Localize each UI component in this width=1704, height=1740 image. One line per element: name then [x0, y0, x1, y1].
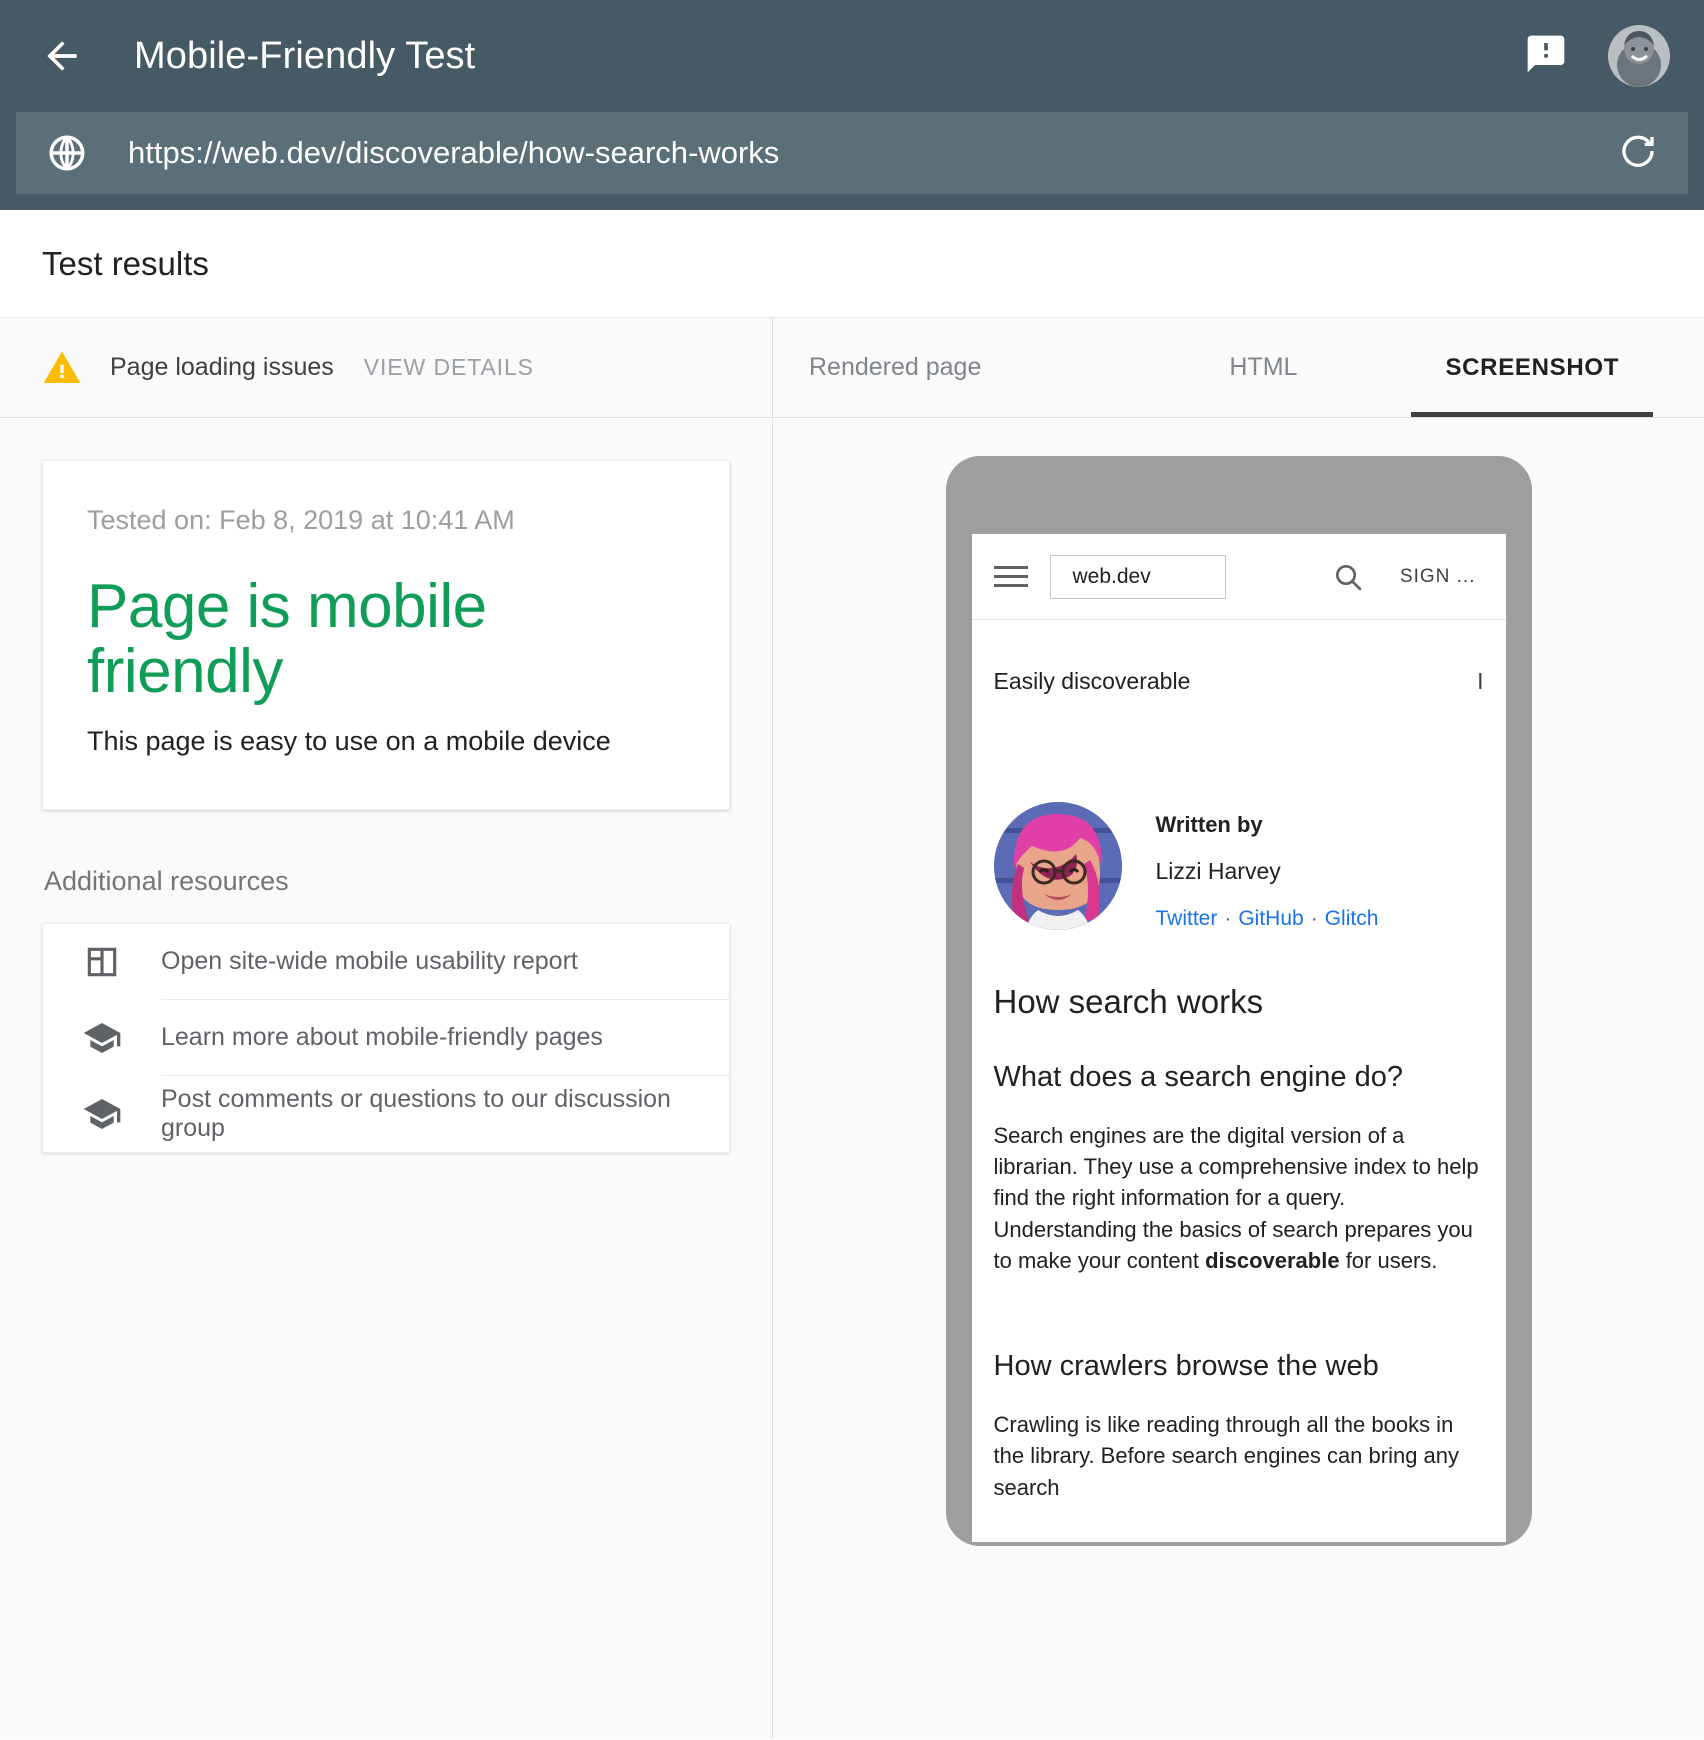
tab-rendered-page[interactable]: Rendered page	[809, 318, 1015, 417]
paragraph-bold-term: discoverable	[1205, 1248, 1340, 1273]
additional-resources-card: Open site-wide mobile usability report L…	[42, 923, 730, 1153]
link-github[interactable]: GitHub	[1238, 907, 1303, 930]
breadcrumb-right-marker: I	[1477, 668, 1483, 695]
app-bar-top-row: Mobile-Friendly Test	[0, 0, 1704, 112]
site-name-box[interactable]: web.dev	[1050, 555, 1226, 599]
result-card: Tested on: Feb 8, 2019 at 10:41 AM Page …	[42, 460, 730, 810]
left-panel: Page loading issues VIEW DETAILS Tested …	[0, 318, 773, 1739]
author-name: Lizzi Harvey	[1156, 858, 1379, 885]
back-button[interactable]	[34, 28, 90, 84]
phone-preview-area: web.dev SIGN ... Easily discoverable	[773, 418, 1704, 1739]
school-icon	[81, 1093, 123, 1135]
article-heading-2-first: What does a search engine do?	[994, 1061, 1484, 1094]
verdict-subtext: This page is easy to use on a mobile dev…	[87, 726, 685, 757]
author-block: Written by Lizzi Harvey Twitter · GitHub · G…	[972, 706, 1506, 931]
link-separator: ·	[1224, 907, 1231, 930]
app-bar: Mobile-Friendly Test	[0, 0, 1704, 210]
link-glitch[interactable]: Glitch	[1325, 907, 1379, 930]
list-item-label: Post comments or questions to our discus…	[161, 1076, 729, 1152]
author-avatar	[994, 802, 1122, 930]
preview-tabs: Rendered page HTML SCREENSHOT	[773, 318, 1704, 418]
url-bar[interactable]: https://web.dev/discoverable/how-search-…	[16, 112, 1688, 194]
sign-in-button[interactable]: SIGN ...	[1400, 566, 1476, 588]
article-heading-2-second: How crawlers browse the web	[994, 1350, 1484, 1383]
left-content: Tested on: Feb 8, 2019 at 10:41 AM Page …	[0, 418, 772, 1739]
list-item[interactable]: Learn more about mobile-friendly pages	[43, 1000, 729, 1076]
view-details-button[interactable]: VIEW DETAILS	[364, 354, 534, 381]
dashboard-report-icon	[81, 941, 123, 983]
list-item[interactable]: Post comments or questions to our discus…	[43, 1076, 729, 1152]
paragraph-tail: for users.	[1340, 1248, 1438, 1273]
results-header: Test results	[0, 210, 1704, 318]
phone-frame: web.dev SIGN ... Easily discoverable	[946, 456, 1532, 1546]
additional-resources-title: Additional resources	[44, 866, 730, 897]
article-heading-1: How search works	[994, 983, 1484, 1021]
feedback-icon	[1524, 32, 1568, 81]
reload-icon	[1617, 130, 1659, 177]
article-paragraph-first: Search engines are the digital version o…	[994, 1120, 1484, 1276]
right-panel: Rendered page HTML SCREENSHOT web.dev	[773, 318, 1704, 1739]
tab-html[interactable]: HTML	[1195, 318, 1331, 417]
phone-screen: web.dev SIGN ... Easily discoverable	[972, 534, 1506, 1542]
verdict-heading: Page is mobile friendly	[87, 574, 685, 704]
hamburger-menu-icon[interactable]	[994, 560, 1028, 594]
reload-button[interactable]	[1616, 131, 1660, 175]
link-separator: ·	[1311, 907, 1318, 930]
issues-label: Page loading issues	[110, 353, 334, 382]
article-paragraph-second: Crawling is like reading through all the…	[994, 1409, 1484, 1503]
breadcrumb-label: Easily discoverable	[994, 668, 1191, 695]
tab-screenshot[interactable]: SCREENSHOT	[1411, 318, 1653, 417]
arrow-back-icon	[40, 34, 84, 78]
author-links: Twitter · GitHub · Glitch	[1156, 907, 1379, 931]
tested-on-timestamp: Tested on: Feb 8, 2019 at 10:41 AM	[87, 505, 685, 536]
link-twitter[interactable]: Twitter	[1156, 907, 1218, 930]
page-loading-issues-strip: Page loading issues VIEW DETAILS	[0, 318, 772, 418]
avatar[interactable]	[1608, 25, 1670, 87]
author-info: Written by Lizzi Harvey Twitter · GitHub · G…	[1156, 802, 1379, 931]
body: Page loading issues VIEW DETAILS Tested …	[0, 318, 1704, 1739]
warning-triangle-icon	[42, 348, 82, 388]
article-body: How search works What does a search engi…	[972, 931, 1506, 1503]
page-title: Mobile-Friendly Test	[134, 35, 475, 78]
list-item-label: Learn more about mobile-friendly pages	[161, 1000, 729, 1076]
school-icon	[81, 1017, 123, 1059]
results-title: Test results	[42, 245, 209, 283]
list-item-label: Open site-wide mobile usability report	[161, 924, 729, 1000]
written-by-label: Written by	[1156, 812, 1379, 838]
feedback-button[interactable]	[1520, 30, 1572, 82]
globe-icon	[44, 130, 90, 176]
list-item[interactable]: Open site-wide mobile usability report	[43, 924, 729, 1000]
search-icon[interactable]	[1332, 561, 1364, 593]
user-avatar	[1608, 25, 1670, 87]
site-header: web.dev SIGN ...	[972, 534, 1506, 620]
breadcrumb: Easily discoverable I	[972, 620, 1506, 706]
url-input[interactable]: https://web.dev/discoverable/how-search-…	[128, 135, 1616, 171]
